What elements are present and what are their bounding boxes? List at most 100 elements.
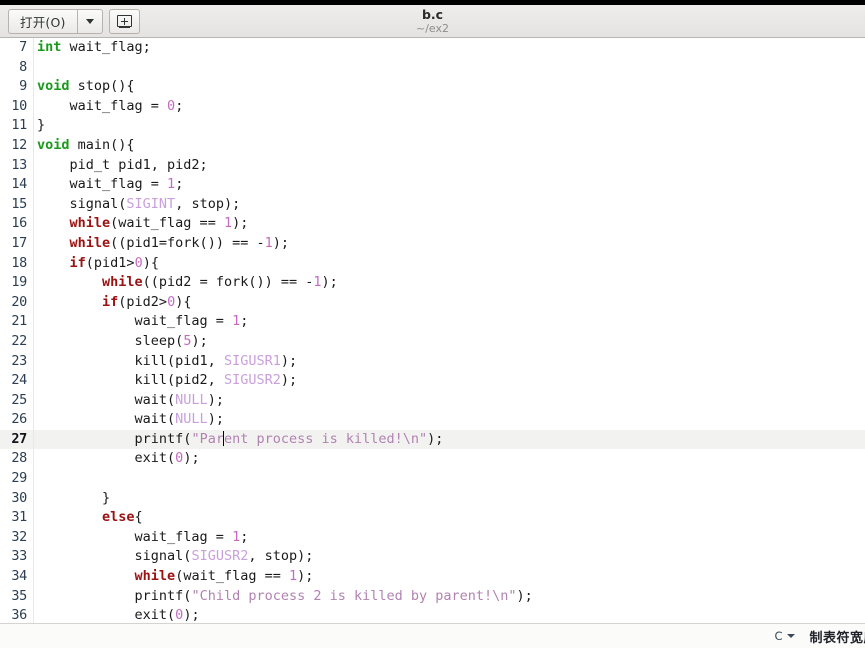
code-line-text: printf("Child process 2 is killed by par…: [30, 587, 865, 607]
code-line[interactable]: 34 while(wait_flag == 1);: [0, 567, 865, 587]
code-token: 0: [167, 97, 176, 114]
code-line-text: exit(0);: [30, 606, 865, 623]
open-split-button[interactable]: 打开(O): [8, 8, 103, 34]
code-line-text: int wait_flag;: [30, 38, 865, 58]
line-number: 32: [11, 528, 27, 545]
code-line[interactable]: 14 wait_flag = 1;: [0, 175, 865, 195]
code-token: sleep(: [37, 332, 184, 349]
code-line-text: wait_flag = 1;: [30, 175, 865, 195]
code-line[interactable]: 10 wait_flag = 0;: [0, 97, 865, 117]
code-token: kill(pid1,: [37, 352, 224, 369]
code-line[interactable]: 8: [0, 58, 865, 78]
code-line[interactable]: 17 while((pid1=fork()) == -1);: [0, 234, 865, 254]
gutter-separator: [33, 38, 34, 623]
code-line[interactable]: 30 }: [0, 489, 865, 509]
code-line[interactable]: 20 if(pid2>0){: [0, 293, 865, 313]
code-line[interactable]: 12 void main(){: [0, 136, 865, 156]
code-token: signal(: [37, 548, 192, 565]
code-token: );: [427, 430, 444, 447]
line-number: 19: [11, 274, 27, 291]
language-selector[interactable]: C: [774, 629, 796, 643]
code-token: exit(: [37, 450, 176, 467]
tab-width-label: 制表符宽度: [809, 630, 865, 646]
code-line-text: while(wait_flag == 1);: [30, 567, 865, 587]
code-line-text: signal(SIGUSR2, stop);: [30, 547, 865, 567]
code-line[interactable]: 7 int wait_flag;: [0, 38, 865, 58]
code-line[interactable]: 13 pid_t pid1, pid2;: [0, 156, 865, 176]
code-token: SIGUSR2: [223, 372, 281, 389]
code-line[interactable]: 31 else{: [0, 508, 865, 528]
code-line-text: signal(SIGINT, stop);: [30, 195, 865, 215]
code-token: void: [37, 136, 70, 153]
code-line[interactable]: 18 if(pid1>0){: [0, 254, 865, 274]
code-line[interactable]: 21 wait_flag = 1;: [0, 312, 865, 332]
code-line[interactable]: 11}: [0, 116, 865, 136]
code-line[interactable]: 27 printf("Parent process is killed!\n")…: [0, 429, 865, 450]
text-cursor: [223, 430, 225, 446]
code-token: ;: [175, 176, 184, 193]
line-number: 16: [11, 215, 27, 232]
code-line[interactable]: 28 exit(0);: [0, 449, 865, 469]
code-token: );: [280, 352, 298, 369]
code-line-text: printf("Parent process is killed!\n");: [30, 430, 865, 450]
line-number: 17: [11, 234, 27, 251]
code-token: 1: [223, 215, 233, 232]
tab-width-selector[interactable]: 制表符宽度: [809, 627, 865, 646]
code-line[interactable]: 25 wait(NULL);: [0, 391, 865, 411]
code-token: NULL: [175, 391, 208, 408]
code-line[interactable]: 16 while(wait_flag == 1);: [0, 214, 865, 234]
code-line[interactable]: 35 printf("Child process 2 is killed by …: [0, 587, 865, 607]
language-label: C: [774, 629, 783, 643]
code-token: ){: [142, 254, 159, 271]
code-line[interactable]: 23 kill(pid1, SIGUSR1);: [0, 352, 865, 372]
chevron-down-icon: [85, 18, 94, 24]
code-token: 1: [264, 234, 273, 251]
line-number: 23: [11, 352, 27, 369]
code-token: );: [191, 332, 208, 349]
status-bar: C 制表符宽度: [0, 623, 865, 648]
open-button[interactable]: 打开(O): [8, 8, 77, 34]
code-line[interactable]: 29: [0, 469, 865, 489]
save-button[interactable]: [108, 8, 140, 34]
code-line[interactable]: 33 signal(SIGUSR2, stop);: [0, 547, 865, 567]
code-line[interactable]: 26 wait(NULL);: [0, 410, 865, 430]
code-line[interactable]: 36 exit(0);: [0, 606, 865, 623]
code-line[interactable]: 19 while((pid2 = fork()) == -1);: [0, 273, 865, 293]
code-line[interactable]: 9 void stop(){: [0, 77, 865, 97]
code-line[interactable]: 24 kill(pid2, SIGUSR2);: [0, 371, 865, 391]
code-line-text: void main(){: [30, 136, 865, 156]
code-token: NULL: [175, 411, 208, 428]
code-lines-container[interactable]: 7 int wait_flag; 8 9 void stop(){10 wait_fla…: [0, 38, 865, 623]
code-line[interactable]: 32 wait_flag = 1;: [0, 528, 865, 548]
code-token: printf(: [37, 587, 192, 604]
code-line-text: if(pid2>0){: [30, 293, 865, 313]
line-number: 27: [11, 430, 27, 447]
code-token: while: [134, 568, 176, 585]
code-line-text: while((pid1=fork()) == -1);: [30, 234, 865, 254]
code-line[interactable]: 15 signal(SIGINT, stop);: [0, 195, 865, 215]
code-line[interactable]: 22 sleep(5);: [0, 332, 865, 352]
line-number: 24: [11, 372, 27, 389]
code-line-text: while(wait_flag == 1);: [30, 214, 865, 234]
code-token: "Par: [191, 430, 224, 447]
code-token: wait_flag =: [37, 176, 168, 193]
code-token: );: [321, 274, 338, 291]
code-token: 1: [232, 313, 241, 330]
editor-area[interactable]: #include 7int wait_flag;89void stop(){10…: [0, 38, 865, 623]
gedit-window: 打开(O) b.c ~/ex2 #include: [0, 0, 865, 648]
line-number: 12: [11, 136, 27, 153]
code-line-text: wait_flag = 1;: [30, 312, 865, 332]
line-number: 34: [11, 568, 27, 585]
code-token: 1: [288, 568, 298, 585]
line-number: 10: [11, 97, 27, 114]
code-line-text: sleep(5);: [30, 332, 865, 352]
code-token: 1: [232, 528, 241, 545]
open-dropdown-button[interactable]: [76, 8, 103, 34]
document-path: ~/ex2: [415, 21, 449, 35]
line-number: 35: [11, 587, 27, 604]
code-line-text: kill(pid2, SIGUSR2);: [30, 371, 865, 391]
line-number: 14: [11, 176, 27, 193]
header-bar-left-controls: 打开(O): [8, 8, 140, 34]
